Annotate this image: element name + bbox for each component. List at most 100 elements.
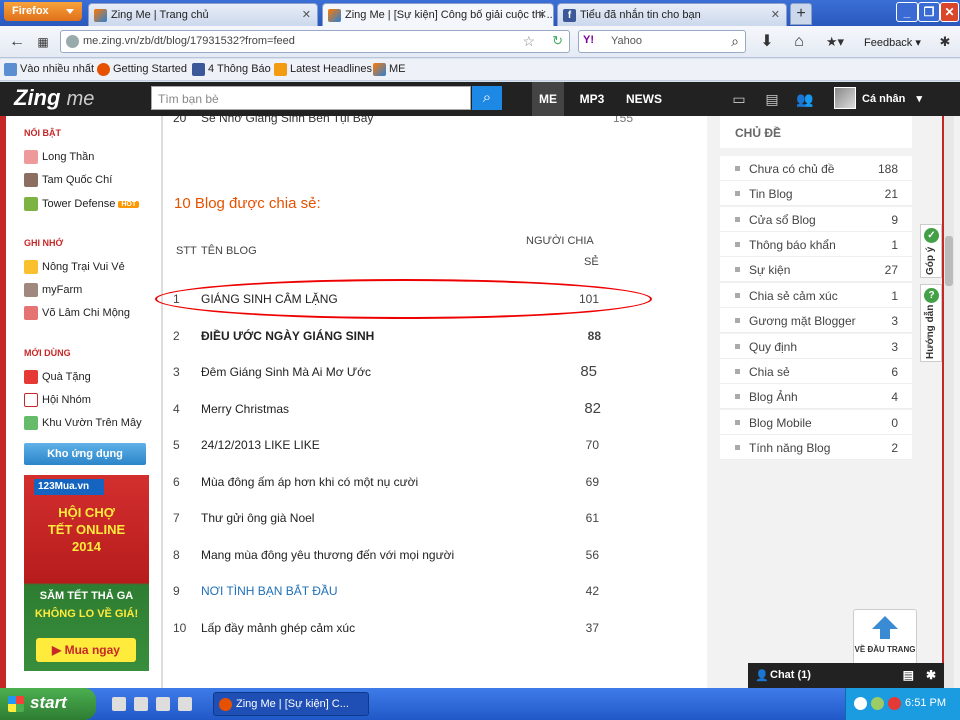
- feedback-side-tab[interactable]: ✓ Góp ý: [920, 224, 942, 278]
- taskbar-firefox-window[interactable]: Zing Me | [Sự kiện] C...: [213, 692, 369, 716]
- app-store-button[interactable]: Kho ứng dụng: [24, 443, 146, 465]
- app-tower-defense[interactable]: Tower Defense HOT: [24, 197, 140, 211]
- row-name[interactable]: Thư gửi ông già Noel: [201, 511, 314, 525]
- browser-search-box[interactable]: Y! Yahoo ⌕: [578, 30, 746, 53]
- row-name[interactable]: Mùa đông ấm áp hơn khi có một nụ cười: [201, 475, 418, 489]
- bookmark-star-icon[interactable]: ☆: [522, 33, 535, 50]
- bookmark-most-visited[interactable]: Vào nhiều nhất: [4, 63, 94, 76]
- chat-bubble-icon[interactable]: ▤: [763, 91, 781, 107]
- page-scrollbar[interactable]: [944, 116, 954, 688]
- list-icon[interactable]: ▤: [903, 668, 914, 682]
- topic-item[interactable]: Chia sẻ cảm xúc 1: [720, 283, 912, 308]
- close-icon[interactable]: ✕: [771, 8, 780, 21]
- network-icon[interactable]: [871, 697, 884, 710]
- bookmarks-menu-icon[interactable]: ★▾: [822, 30, 848, 54]
- row-name[interactable]: NƠI TÌNH BẠN BẮT ĐẦU: [201, 584, 338, 598]
- row-name[interactable]: GIÁNG SINH CÂM LẶNG: [201, 292, 338, 306]
- topic-item[interactable]: Chưa có chủ đề 188: [720, 156, 912, 181]
- url-bar[interactable]: me.zing.vn/zb/dt/blog/17931532?from=feed…: [60, 30, 570, 53]
- friends-icon[interactable]: 👥: [796, 91, 814, 107]
- gear-icon[interactable]: ✱: [926, 668, 936, 682]
- table-row[interactable]: 10 Lấp đầy mảnh ghép cảm xúc 37: [163, 621, 707, 645]
- quicklaunch-icon[interactable]: [178, 697, 192, 711]
- monitor-icon[interactable]: ▭: [730, 91, 748, 107]
- user-menu[interactable]: Cá nhân ▾: [862, 92, 922, 105]
- app-long-than[interactable]: Long Thần: [24, 150, 94, 164]
- topic-item[interactable]: Cửa sổ Blog 9: [720, 207, 912, 232]
- friend-search-button[interactable]: ⌕: [472, 86, 502, 110]
- topic-item[interactable]: Tin Blog 21: [720, 181, 912, 206]
- topic-item[interactable]: Sự kiện 27: [720, 257, 912, 282]
- tray-icon[interactable]: [854, 697, 867, 710]
- bookmark-notifications[interactable]: 4 Thông Báo: [192, 63, 271, 76]
- row-name[interactable]: ĐIỀU ƯỚC NGÀY GIÁNG SINH: [201, 329, 374, 343]
- ad-banner[interactable]: 123Mua.vn HỘI CHỢ TẾT ONLINE 2014 SĂM TẾ…: [24, 475, 149, 671]
- guide-side-tab[interactable]: ? Hướng dẫn: [920, 284, 942, 362]
- reload-icon[interactable]: ↻: [552, 33, 563, 49]
- row-name[interactable]: Merry Christmas: [201, 402, 289, 416]
- app-myfarm[interactable]: myFarm: [24, 283, 82, 297]
- tab-zing-event[interactable]: Zing Me | [Sự kiện] Công bố giải cuộc th…: [322, 3, 554, 26]
- security-icon[interactable]: [888, 697, 901, 710]
- table-row[interactable]: 6 Mùa đông ấm áp hơn khi có một nụ cười 69: [163, 475, 707, 499]
- tab-facebook-message[interactable]: f Tiểu đã nhắn tin cho bạn ✕: [557, 3, 787, 26]
- topic-item[interactable]: Chia sẻ 6: [720, 359, 912, 384]
- table-row[interactable]: 8 Mang mùa đông yêu thương đến với mọi ng…: [163, 548, 707, 572]
- firefox-menu-button[interactable]: Firefox: [4, 2, 82, 21]
- row-name[interactable]: Sẽ Nhớ Giáng Sinh Bên Tụi Bay: [201, 116, 373, 125]
- quicklaunch-icon[interactable]: [112, 697, 126, 711]
- home-icon[interactable]: ⌂: [786, 30, 812, 54]
- scrollbar-thumb[interactable]: [945, 236, 953, 286]
- app-khu-vuon[interactable]: Khu Vườn Trên Mây: [24, 416, 142, 430]
- table-row[interactable]: 2 ĐIỀU ƯỚC NGÀY GIÁNG SINH 88: [163, 329, 707, 353]
- quicklaunch-icon[interactable]: [156, 697, 170, 711]
- start-button[interactable]: start: [0, 688, 96, 720]
- app-hoi-nhom[interactable]: Hội Nhóm: [24, 393, 91, 407]
- bookmark-latest-headlines[interactable]: Latest Headlines: [274, 63, 372, 76]
- maximize-button[interactable]: ❐: [918, 2, 940, 22]
- close-icon[interactable]: ✕: [302, 8, 311, 21]
- friend-search-input[interactable]: Tìm bạn bè: [151, 86, 471, 110]
- row-name[interactable]: Lấp đầy mảnh ghép cảm xúc: [201, 621, 355, 635]
- table-row[interactable]: 7 Thư gửi ông già Noel 61: [163, 511, 707, 535]
- bookmark-getting-started[interactable]: Getting Started: [97, 63, 187, 76]
- quicklaunch-icon[interactable]: [134, 697, 148, 711]
- new-tab-button[interactable]: +: [790, 3, 812, 25]
- search-icon[interactable]: ⌕: [731, 33, 739, 50]
- table-row[interactable]: 9 NƠI TÌNH BẠN BẮT ĐẦU 42: [163, 584, 707, 608]
- back-to-top-button[interactable]: VỀ ĐẦU TRANG: [853, 609, 917, 667]
- avatar[interactable]: [834, 87, 856, 109]
- buy-now-button[interactable]: ▶ Mua ngay: [36, 638, 136, 662]
- table-row[interactable]: 3 Đêm Giáng Sinh Mà Ai Mơ Ước 85: [163, 363, 707, 389]
- minimize-button[interactable]: _: [896, 2, 918, 22]
- close-window-button[interactable]: ✕: [940, 2, 959, 22]
- download-icon[interactable]: ⬇: [754, 30, 780, 54]
- table-row[interactable]: 1 GIÁNG SINH CÂM LẶNG 101: [163, 292, 707, 316]
- topic-item[interactable]: Thông báo khẩn 1: [720, 232, 912, 257]
- bookmark-me[interactable]: ME: [373, 63, 406, 76]
- topic-item[interactable]: Blog Mobile 0: [720, 410, 912, 435]
- app-vo-lam[interactable]: Võ Lâm Chi Mộng: [24, 306, 130, 320]
- zing-me-logo[interactable]: Zing me: [14, 85, 94, 111]
- table-row[interactable]: 4 Merry Christmas 82: [163, 400, 707, 426]
- row-name[interactable]: Mang mùa đông yêu thương đến với mọi ngư…: [201, 548, 454, 562]
- row-name[interactable]: Đêm Giáng Sinh Mà Ai Mơ Ước: [201, 365, 371, 379]
- nav-news[interactable]: NEWS: [620, 82, 668, 116]
- topic-item[interactable]: Blog Ảnh 4: [720, 384, 912, 409]
- row-name[interactable]: 24/12/2013 LIKE LIKE: [201, 438, 320, 452]
- topic-item[interactable]: Gương mặt Blogger 3: [720, 308, 912, 333]
- chat-bar[interactable]: 👤 Chat (1) ▤ ✱: [748, 663, 944, 688]
- topic-item[interactable]: Quy định 3: [720, 334, 912, 359]
- topic-item[interactable]: Tính năng Blog 2: [720, 435, 912, 460]
- app-qua-tang[interactable]: Quà Tặng: [24, 370, 91, 384]
- tab-zing-home[interactable]: Zing Me | Trang chủ ✕: [88, 3, 318, 26]
- page-options-icon[interactable]: ▦: [30, 30, 56, 54]
- nav-me[interactable]: ME: [532, 82, 564, 116]
- nav-mp3[interactable]: MP3: [572, 82, 612, 116]
- table-row[interactable]: 5 24/12/2013 LIKE LIKE 70: [163, 438, 707, 462]
- app-nong-trai[interactable]: Nông Trại Vui Vẻ: [24, 260, 125, 274]
- feedback-button[interactable]: Feedback ▾: [864, 36, 921, 49]
- close-icon[interactable]: ✕: [538, 8, 547, 21]
- back-arrow-icon[interactable]: ←: [4, 30, 30, 54]
- addon-icon[interactable]: ✱: [932, 30, 958, 54]
